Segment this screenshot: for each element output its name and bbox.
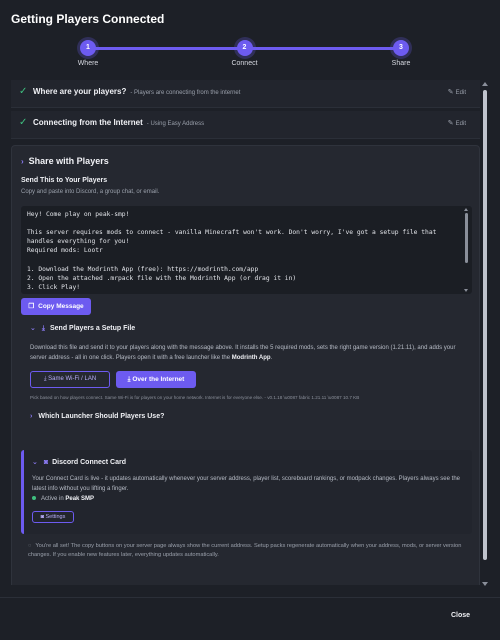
setup-file-section: ⌄ ⤓ Send Players a Setup File Download thi… — [30, 324, 472, 434]
share-section-toggle[interactable]: › Share with Players — [21, 156, 109, 166]
main-scrollbar[interactable] — [482, 82, 488, 586]
stepper: 1 Where 2 Connect 3 Share — [78, 40, 410, 70]
chevron-right-icon: › — [30, 413, 33, 420]
step-number: 3 — [393, 40, 409, 56]
info-icon: ◌ — [28, 543, 32, 549]
message-scrollbar[interactable] — [464, 208, 469, 292]
discord-settings-button[interactable]: ◙ Settings — [32, 511, 74, 523]
step-connect: 2 Connect — [215, 40, 275, 67]
message-textarea[interactable]: Hey! Come play on peak-smp! This server … — [21, 206, 472, 294]
step-number: 1 — [80, 40, 96, 56]
over-internet-button[interactable]: ⤓ Over the Internet — [116, 371, 196, 388]
scroll-down-icon[interactable] — [464, 289, 468, 292]
step-label: Where — [77, 60, 99, 67]
launcher-section-toggle[interactable]: › Which Launcher Should Players Use? — [30, 413, 164, 420]
discord-title: Discord Connect Card — [52, 459, 127, 466]
dialog-title: Getting Players Connected — [11, 12, 165, 26]
edit-label: Edit — [455, 121, 466, 127]
discord-icon: ◙ — [43, 459, 49, 466]
setup-section-toggle[interactable]: ⌄ ⤓ Send Players a Setup File — [30, 324, 135, 333]
active-status: Active in Peak SMP — [32, 496, 94, 502]
step-where: 1 Where — [58, 40, 118, 67]
chevron-down-icon: ⌄ — [32, 459, 38, 466]
completed-step-title: Where are your players? — [33, 87, 127, 96]
modrinth-app-name: Modrinth App — [231, 354, 271, 361]
scroll-up-icon[interactable] — [464, 208, 468, 211]
copy-icon: ❐ — [28, 303, 35, 310]
settings-label: Settings — [45, 514, 66, 520]
share-header-label: Share with Players — [28, 156, 109, 166]
step-share: 3 Share — [371, 40, 431, 67]
check-icon: ✓ — [19, 86, 28, 97]
completed-step-where[interactable]: ✓ Where are your players? - Players are c… — [11, 80, 480, 108]
edit-button[interactable]: ✎ Edit — [448, 88, 466, 96]
discord-section-toggle[interactable]: ⌄ ◙ Discord Connect Card — [32, 458, 126, 466]
scroll-thumb[interactable] — [483, 90, 487, 560]
close-button[interactable]: Close — [451, 612, 470, 619]
scroll-down-icon[interactable] — [482, 582, 488, 586]
message-text: Hey! Come play on peak-smp! This server … — [27, 211, 437, 291]
wizard-content: ✓ Where are your players? - Players are c… — [11, 80, 480, 585]
footer-divider — [0, 597, 500, 598]
copy-message-label: Copy Message — [38, 303, 84, 310]
completed-step-title: Connecting from the Internet — [33, 118, 143, 127]
pick-note: Pick based on how players connect. Same … — [30, 395, 360, 400]
completed-step-connect[interactable]: ✓ Connecting from the Internet - Using Ea… — [11, 111, 480, 139]
step-label: Connect — [231, 60, 258, 67]
same-wifi-button[interactable]: ⤓ Same Wi-Fi / LAN — [30, 371, 110, 388]
send-subtitle: Copy and paste into Discord, a group cha… — [21, 189, 160, 195]
check-icon: ✓ — [19, 117, 28, 128]
setup-description: Download this file and send it to your p… — [30, 345, 456, 361]
over-internet-label: Over the Internet — [132, 376, 185, 383]
final-note: ◌ You're all set! The copy buttons on you… — [28, 543, 462, 559]
same-wifi-label: Same Wi-Fi / LAN — [48, 376, 97, 382]
pencil-icon: ✎ — [447, 89, 454, 96]
completed-step-subtitle: - Using Easy Address — [146, 121, 205, 127]
status-dot-icon — [32, 496, 36, 501]
step-label: Share — [391, 60, 411, 67]
download-icon: ⤓ — [41, 325, 45, 332]
share-panel: › Share with Players Send This to Your Pl… — [11, 145, 480, 585]
launcher-title: Which Launcher Should Players Use? — [38, 413, 165, 420]
edit-button[interactable]: ✎ Edit — [448, 119, 466, 127]
pencil-icon: ✎ — [447, 120, 454, 127]
step-number: 2 — [236, 40, 253, 56]
chevron-down-icon: ⌄ — [30, 325, 36, 332]
setup-title: Send Players a Setup File — [49, 325, 136, 332]
server-name: Peak SMP — [65, 496, 95, 502]
chevron-right-icon: › — [21, 157, 24, 166]
completed-step-subtitle: - Players are connecting from the intern… — [130, 90, 241, 96]
discord-description: Your Connect Card is live - it updates a… — [32, 476, 460, 492]
discord-connect-card: ⌄ ◙ Discord Connect Card Your Connect Card… — [21, 450, 472, 534]
edit-label: Edit — [455, 90, 466, 96]
send-title: Send This to Your Players — [21, 177, 108, 184]
scroll-up-icon[interactable] — [482, 82, 488, 86]
scroll-thumb[interactable] — [465, 213, 468, 263]
copy-message-button[interactable]: ❐ Copy Message — [21, 298, 91, 315]
